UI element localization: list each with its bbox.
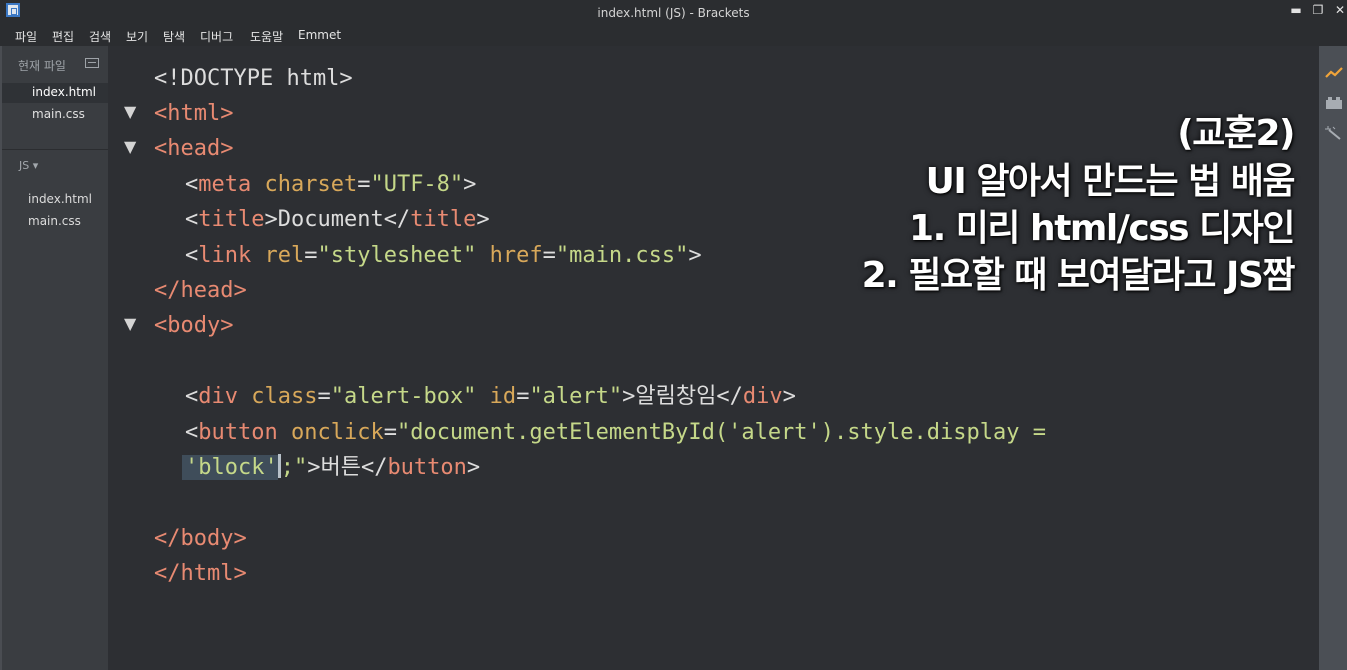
- tag-name: title: [410, 207, 477, 232]
- attr-name: href: [476, 243, 543, 268]
- menu-search[interactable]: 검색: [89, 28, 111, 45]
- attr-name: id: [476, 384, 517, 409]
- menu-navigate[interactable]: 탐색: [163, 28, 185, 45]
- attr-value: "UTF-8": [370, 172, 464, 197]
- code-line-3: <head>: [154, 134, 233, 164]
- menu-debug[interactable]: 디버그: [200, 28, 233, 45]
- code-line-7: </head>: [154, 276, 247, 306]
- bracket: <: [185, 172, 199, 197]
- caption-line: 2. 필요할 때 보여달라고 JS짬: [861, 255, 1296, 296]
- project-file-main-css[interactable]: main.css: [28, 214, 81, 228]
- menu-view[interactable]: 보기: [126, 28, 148, 45]
- attr-name: charset: [251, 172, 358, 197]
- live-preview-icon[interactable]: [1325, 66, 1343, 80]
- code-line-5: <title>Document</title>: [185, 205, 490, 235]
- menu-file[interactable]: 파일: [15, 28, 37, 45]
- equals: =: [542, 243, 556, 268]
- code-line-10: <div class="alert-box" id="alert">알림창임</…: [185, 382, 796, 412]
- text-content: >알림창임</: [622, 384, 743, 409]
- bracket: >: [476, 207, 490, 232]
- bracket: >: [466, 455, 481, 480]
- magic-wand-icon[interactable]: [1325, 126, 1343, 140]
- tag-name: link: [198, 243, 252, 268]
- attr-value: "alert-box": [330, 384, 477, 409]
- attr-name: onclick: [277, 420, 384, 445]
- attr-name: class: [238, 384, 318, 409]
- menu-emmet[interactable]: Emmet: [298, 28, 341, 42]
- menu-bar: 파일 편집 검색 보기 탐색 디버그 도움말 Emmet: [0, 26, 1347, 46]
- project-file-index-html[interactable]: index.html: [28, 192, 92, 206]
- fold-arrow-icon[interactable]: ▼: [124, 137, 140, 156]
- doctype: <!DOCTYPE html>: [154, 66, 353, 91]
- working-file-label: index.html: [32, 85, 96, 99]
- tag-name: div: [742, 384, 783, 409]
- fold-arrow-icon[interactable]: ▼: [124, 314, 140, 333]
- code-line-1: <!DOCTYPE html>: [154, 64, 353, 94]
- window-title: index.html (JS) - Brackets: [597, 6, 750, 20]
- split-view-icon[interactable]: [85, 58, 99, 68]
- code-line-8: <body>: [154, 311, 233, 341]
- attr-value: ;": [280, 455, 308, 480]
- sidebar: 현재 파일 index.html main.css JS ▾ index.htm…: [2, 46, 108, 670]
- tag-head-open: <head>: [154, 136, 234, 161]
- tag-body-open: <body>: [154, 313, 234, 338]
- attr-value: "alert": [529, 384, 623, 409]
- extension-manager-icon[interactable]: [1325, 96, 1343, 110]
- equals: =: [304, 243, 318, 268]
- minimize-button[interactable]: ▬: [1286, 1, 1306, 21]
- bracket: >: [688, 243, 702, 268]
- code-line-4: <meta charset="UTF-8">: [185, 170, 476, 200]
- tag-name: meta: [198, 172, 252, 197]
- menu-help[interactable]: 도움말: [250, 28, 283, 45]
- selected-text: 'block': [182, 455, 278, 480]
- tag-name: title: [198, 207, 265, 232]
- code-line-6: <link rel="stylesheet" href="main.css">: [185, 241, 702, 271]
- bracket: >: [782, 384, 796, 409]
- caption-line: UI 알아서 만드는 법 배움: [925, 161, 1296, 202]
- code-line-11: <button onclick="document.getElementById…: [185, 418, 1046, 448]
- tag-body-close: </body>: [154, 526, 247, 551]
- bracket: <: [185, 243, 199, 268]
- text-content: >Document</: [264, 207, 411, 232]
- working-file-main-css[interactable]: main.css: [2, 105, 108, 125]
- equals: =: [516, 384, 530, 409]
- equals: =: [357, 172, 371, 197]
- bracket: <: [185, 384, 199, 409]
- attr-value: "document.getElementById('alert').style.…: [396, 420, 1046, 445]
- equals: =: [317, 384, 331, 409]
- caption-title: (교훈2): [1177, 113, 1295, 154]
- bracket: >: [463, 172, 477, 197]
- attr-value: "stylesheet": [317, 243, 477, 268]
- tag-html-close: </html>: [154, 561, 247, 586]
- bracket: <: [185, 420, 199, 445]
- attr-name: rel: [251, 243, 305, 268]
- code-line-15: </html>: [154, 559, 247, 589]
- code-editor[interactable]: <!DOCTYPE html> ▼ <html> ▼ <head> <meta …: [108, 46, 1319, 670]
- code-line-2: <html>: [154, 99, 233, 129]
- working-files-header: 현재 파일: [18, 59, 66, 73]
- tag-name: button: [198, 420, 278, 445]
- menu-edit[interactable]: 편집: [52, 28, 74, 45]
- bracket: <: [185, 207, 199, 232]
- tag-head-close: </head>: [154, 278, 247, 303]
- tag-name: div: [198, 384, 238, 409]
- maximize-button[interactable]: ❐: [1308, 1, 1328, 21]
- code-line-14: </body>: [154, 524, 247, 554]
- tag-html-open: <html>: [154, 101, 234, 126]
- fold-arrow-icon[interactable]: ▼: [124, 102, 140, 121]
- code-line-12: 'block' ;">버튼</button>: [182, 453, 480, 483]
- sidebar-divider: [2, 149, 108, 150]
- close-button[interactable]: ✕: [1330, 1, 1347, 21]
- working-file-index-html[interactable]: index.html: [2, 83, 108, 103]
- caption-line: 1. 미리 html/css 디자인: [909, 208, 1295, 249]
- equals: =: [383, 420, 397, 445]
- attr-value: "main.css": [555, 243, 689, 268]
- text-content: >버튼</: [307, 455, 388, 480]
- tag-name: button: [387, 455, 467, 480]
- project-dropdown[interactable]: JS ▾: [19, 159, 38, 172]
- right-toolbar: [1319, 46, 1347, 670]
- title-bar: index.html (JS) - Brackets ▬ ❐ ✕: [0, 0, 1347, 26]
- working-file-label: main.css: [32, 107, 85, 121]
